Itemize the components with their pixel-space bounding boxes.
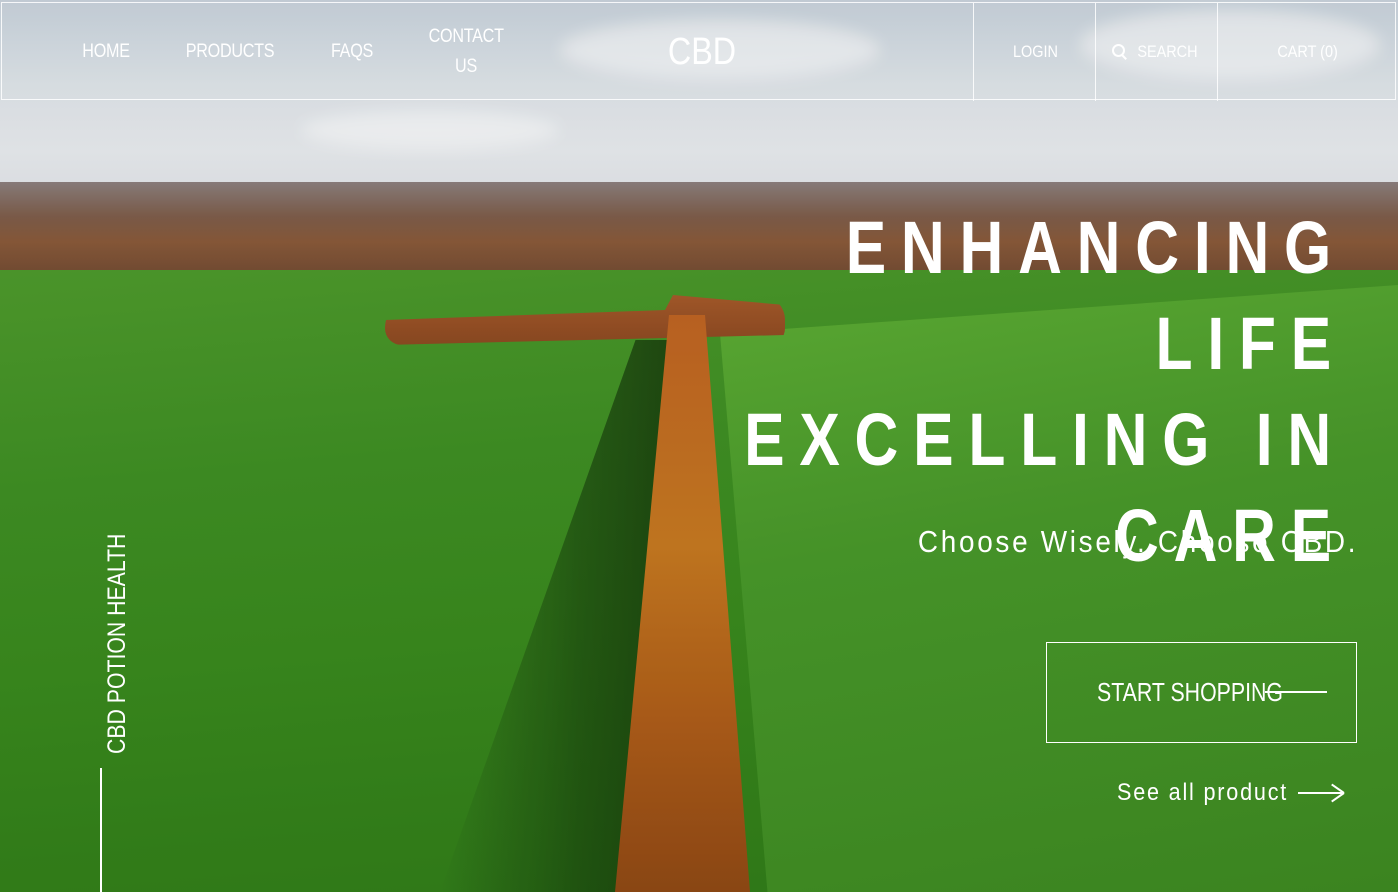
headline-line-1: ENHANCING LIFE [845,206,1346,385]
search-button[interactable]: SEARCH [1095,3,1218,101]
site-logo[interactable]: CBD [660,3,745,101]
search-label: SEARCH [1136,42,1198,61]
nav-home[interactable]: HOME [82,3,130,101]
site-header: HOME PRODUCTS FAQS CONTACT US CBD LOGIN … [1,2,1398,101]
side-brand-label: CBD POTION HEALTH [103,495,132,754]
hero-tagline: Choose Wisely. Choose CBD. [917,524,1358,559]
arrow-right-icon [1298,781,1345,805]
start-shopping-label: START SHOPPING [1097,677,1283,707]
see-all-label: See all product [1116,779,1288,806]
cart-label: CART (0) [1277,42,1339,61]
side-divider-line [100,768,102,892]
search-icon [1111,44,1128,60]
login-link[interactable]: LOGIN [973,3,1096,101]
nav-contact-us[interactable]: CONTACT US [429,3,504,101]
cart-link[interactable]: CART (0) [1217,3,1398,101]
side-brand-text: CBD POTION HEALTH [103,533,131,754]
see-all-products-link[interactable]: See all product [1098,776,1345,810]
headline-line-2: EXCELLING IN [744,398,1346,481]
login-label: LOGIN [1012,42,1058,61]
start-shopping-button[interactable]: START SHOPPING [1046,642,1357,743]
nav-faqs[interactable]: FAQS [328,3,376,101]
cta-line-icon [1265,691,1327,693]
nav-products[interactable]: PRODUCTS [186,3,275,101]
